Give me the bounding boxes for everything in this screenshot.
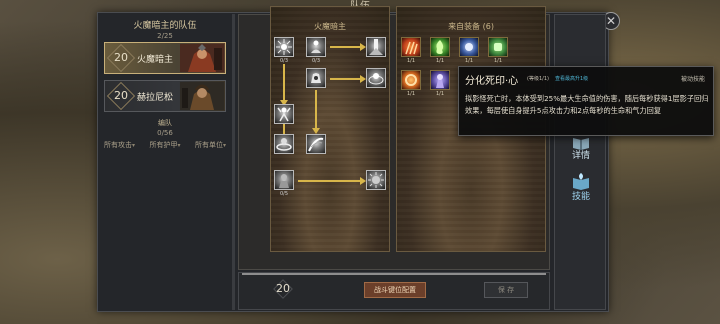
party-panel: 火魔暗主的队伍 2/25 20 火魔暗主 20 赫拉尼松 编队 0/56 所有攻…	[100, 14, 230, 310]
equipment-title: 来自装备 (6)	[448, 22, 494, 31]
skill-node-4[interactable]	[306, 68, 326, 88]
skill-node-9[interactable]	[274, 170, 294, 190]
tab-label: 技能	[571, 192, 590, 202]
skill-book-icon	[573, 173, 589, 190]
close-icon: ✕	[605, 14, 617, 28]
tree-connector	[283, 64, 285, 102]
member-portrait	[180, 82, 224, 110]
skill-node-2[interactable]	[306, 37, 326, 57]
skill-node-3[interactable]	[366, 37, 386, 57]
filter-label: 所有单位	[194, 141, 223, 149]
skill-node-6[interactable]	[274, 104, 294, 124]
save-button[interactable]: 保 存	[484, 282, 528, 298]
chevron-down-icon: ▾	[177, 142, 181, 149]
party-member-2[interactable]: 20 赫拉尼松	[104, 80, 226, 112]
filter-label: 所有护甲	[149, 141, 178, 149]
tooltip-upgrade-link[interactable]: 查看最高升1级	[555, 75, 588, 82]
hand-grab-skill-icon	[311, 73, 321, 83]
equipment-skill-3[interactable]	[459, 37, 479, 57]
skill-node-10[interactable]	[366, 170, 386, 190]
chevron-down-icon: ▾	[222, 142, 226, 149]
aura-figure-skill-icon	[368, 73, 384, 85]
skill-count: 0/5	[279, 191, 289, 197]
party-count: 2/25	[157, 32, 173, 40]
equipment-skill-count: 1/1	[406, 58, 416, 64]
equipment-skill-count: 1/1	[435, 91, 445, 97]
battle-keybind-config-button[interactable]: 战斗键位配置	[364, 282, 426, 298]
equipment-skill-count: 1/1	[464, 58, 474, 64]
member-name: 赫拉尼松	[137, 93, 174, 103]
light-pillar-skill-icon	[369, 39, 383, 55]
tree-connector	[315, 90, 317, 130]
equipment-skill-4[interactable]	[488, 37, 508, 57]
equipment-skill-count: 1/1	[493, 58, 503, 64]
filter-attack[interactable]: 所有攻击▾	[104, 140, 135, 152]
green-flame-icon	[436, 40, 444, 54]
slash-skill-icon	[308, 137, 324, 152]
filter-bar: 所有攻击▾ 所有护甲▾ 所有单位▾	[104, 140, 226, 152]
member-level: 20	[114, 51, 128, 64]
skill-count: 0/3	[279, 58, 289, 64]
whirl-skill-icon	[276, 138, 292, 151]
tree-connector	[330, 78, 362, 80]
tab-details[interactable]: 详情	[558, 136, 604, 170]
tree-connector	[298, 180, 362, 182]
skill-tree-title: 火魔暗主	[314, 22, 346, 31]
tooltip-description: 拟影怪死亡时，本体受到25%最大生命值的伤害，随后每秒获得1层影子回归效果，每层…	[465, 94, 709, 115]
panel-divider	[232, 14, 235, 310]
equipment-skill-count: 1/1	[435, 58, 445, 64]
skill-node-5[interactable]	[366, 68, 386, 88]
tooltip-skill-level: (等级1/1)	[527, 76, 549, 82]
skill-tooltip: 分化死印·心 (等级1/1) 查看最高升1级 被动技能 拟影怪死亡时，本体受到2…	[458, 66, 714, 136]
tree-connector	[283, 124, 285, 134]
party-member-1[interactable]: 20 火魔暗主	[104, 42, 226, 74]
equipment-skill-1[interactable]	[401, 37, 421, 57]
equipment-skill-5[interactable]	[401, 70, 421, 90]
tree-connector	[330, 46, 362, 48]
shadow-burst-skill-icon	[368, 172, 384, 188]
filter-label: 所有攻击	[104, 141, 132, 149]
skill-node-8[interactable]	[306, 134, 326, 154]
equipment-skill-count: 1/1	[406, 91, 416, 97]
shadow-spirit-icon	[436, 74, 444, 88]
filter-unit[interactable]: 所有单位▾	[195, 140, 226, 152]
fire-ring-icon	[405, 74, 417, 86]
equipment-skill-6[interactable]	[430, 70, 450, 90]
green-fist-icon	[494, 43, 502, 51]
meditate-skill-icon	[311, 40, 321, 53]
formation-count: 0/56	[157, 129, 173, 137]
party-title: 火魔暗主的队伍	[133, 21, 197, 31]
blue-orb-icon	[465, 43, 473, 51]
formation-title: 编队	[158, 119, 172, 127]
tab-label: 详情	[571, 151, 590, 161]
tab-skills[interactable]: 技能	[558, 172, 604, 206]
shadow-figure-skill-icon	[279, 174, 289, 188]
member-name: 火魔暗主	[137, 55, 174, 65]
horizontal-scrollbar[interactable]	[242, 273, 546, 275]
member-level: 20	[114, 89, 128, 102]
tooltip-skill-name: 分化死印·心	[465, 76, 519, 87]
page-number: 20	[276, 282, 290, 295]
member-portrait	[180, 44, 224, 72]
skill-node-7[interactable]	[274, 134, 294, 154]
whirl-skill-icon	[277, 107, 291, 122]
chevron-down-icon: ▾	[132, 142, 136, 149]
skill-count: 0/3	[311, 58, 321, 64]
skill-node-1[interactable]	[274, 37, 294, 57]
filter-armor[interactable]: 所有护甲▾	[149, 140, 180, 152]
equipment-skill-2[interactable]	[430, 37, 450, 57]
burst-skill-icon	[276, 39, 292, 55]
tooltip-skill-type: 被动技能	[680, 76, 705, 83]
fire-claw-icon	[405, 41, 418, 55]
